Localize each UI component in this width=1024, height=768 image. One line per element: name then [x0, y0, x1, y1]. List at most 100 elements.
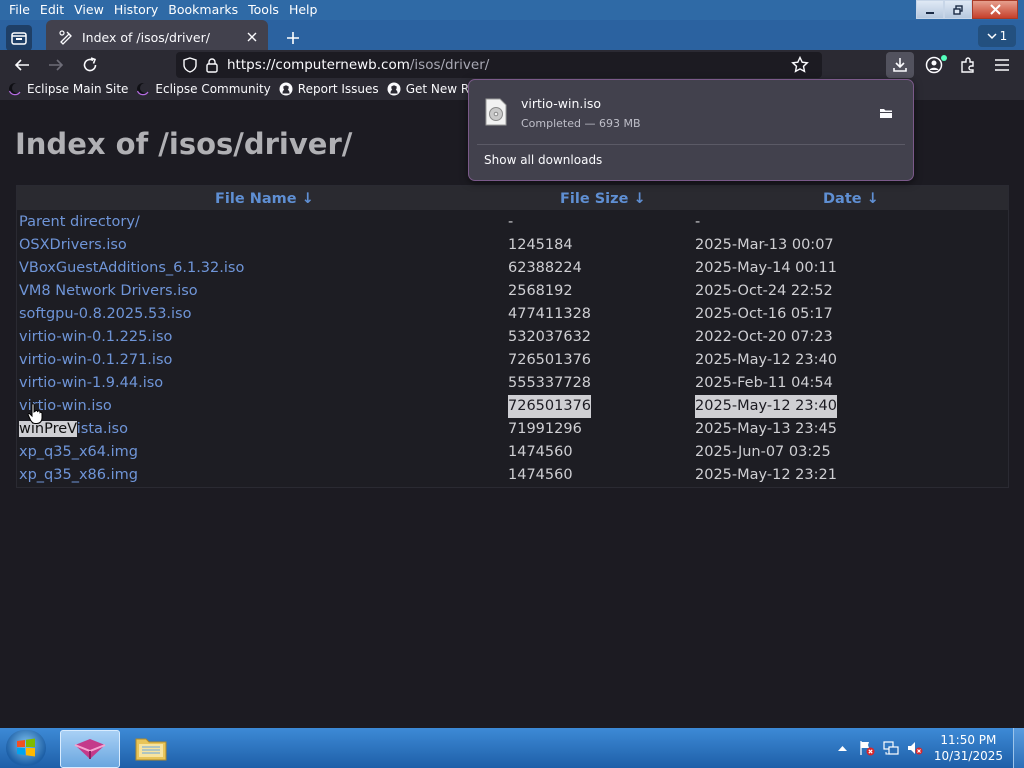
plus-icon: [287, 32, 299, 44]
file-link[interactable]: virtio-win-1.9.44.iso: [19, 372, 163, 395]
bookmark-star-icon[interactable]: [791, 56, 809, 74]
lock-icon[interactable]: [205, 57, 219, 73]
table-row: virtio-win-0.1.225.iso 532037632 2022-Oc…: [17, 326, 1008, 349]
file-size: 477411328: [508, 306, 592, 322]
menu-help[interactable]: Help: [284, 0, 323, 20]
menu-edit[interactable]: Edit: [35, 0, 69, 20]
downloads-panel: virtio-win.iso Completed — 693 MB Show a…: [468, 79, 914, 181]
start-button[interactable]: [6, 730, 46, 766]
chevron-down-icon: [987, 32, 997, 39]
window-controls: [916, 0, 1018, 19]
tab-close-button[interactable]: [242, 27, 262, 47]
close-icon: [989, 4, 1001, 15]
address-bar[interactable]: https://computernewb.com/isos/driver/: [176, 52, 822, 78]
menu-tools[interactable]: Tools: [243, 0, 284, 20]
maximize-button[interactable]: [944, 0, 972, 19]
file-size: 555337728: [508, 375, 592, 391]
eclipse-icon: [8, 83, 22, 96]
table-row: VM8 Network Drivers.iso 2568192 2025-Oct…: [17, 280, 1008, 303]
sort-by-size-header[interactable]: File Size ↓: [560, 186, 646, 212]
downloads-button[interactable]: [886, 52, 914, 78]
file-date: 2025-Mar-13 00:07: [695, 237, 834, 253]
file-link[interactable]: softgpu-0.8.2025.53.iso: [19, 303, 192, 326]
menu-bar: File Edit View History Bookmarks Tools H…: [0, 0, 322, 20]
list-all-tabs-button[interactable]: 1: [978, 25, 1016, 47]
menu-bookmarks[interactable]: Bookmarks: [163, 0, 243, 20]
clock-date: 10/31/2025: [933, 749, 1003, 763]
system-tray: 11:50 PM 10/31/2025: [834, 728, 1024, 768]
forward-button[interactable]: [42, 52, 70, 78]
app-menu-button[interactable]: [988, 52, 1016, 78]
file-date: 2025-May-12 23:40: [695, 352, 837, 368]
tracking-protection-shield-icon[interactable]: [182, 57, 198, 73]
show-all-downloads-button[interactable]: Show all downloads: [484, 153, 602, 167]
file-date: 2025-Feb-11 04:54: [695, 375, 833, 391]
table-row: xp_q35_x64.img 1474560 2025-Jun-07 03:25: [17, 441, 1008, 464]
show-hidden-icons-button[interactable]: [834, 739, 852, 757]
restore-icon: [953, 4, 963, 15]
bookmark-eclipse-main-site[interactable]: Eclipse Main Site: [8, 82, 128, 96]
action-center-flag-button[interactable]: [858, 739, 876, 757]
page-content: Index of /isos/driver/ File Name ↓ File …: [0, 100, 1024, 728]
clock-time: 11:50 PM: [940, 733, 997, 747]
bookmark-report-issues[interactable]: Report Issues: [279, 82, 379, 96]
file-link[interactable]: xp_q35_x86.img: [19, 464, 138, 487]
minimize-button[interactable]: [916, 0, 944, 19]
file-size: 71991296: [508, 421, 582, 437]
url-text[interactable]: https://computernewb.com/isos/driver/: [227, 52, 489, 78]
bookmark-label: Eclipse Main Site: [27, 82, 129, 96]
file-date: 2025-May-12 23:21: [695, 467, 837, 483]
table-row: softgpu-0.8.2025.53.iso 477411328 2025-O…: [17, 303, 1008, 326]
download-status: Completed — 693 MB: [521, 117, 641, 130]
close-window-button[interactable]: [972, 0, 1018, 19]
firefox-view-button[interactable]: [6, 25, 32, 51]
account-button[interactable]: [920, 52, 948, 78]
file-size: 532037632: [508, 329, 592, 345]
file-date: 2025-May-14 00:11: [695, 260, 837, 276]
file-link[interactable]: VBoxGuestAdditions_6.1.32.iso: [19, 257, 244, 280]
folder-icon: [880, 109, 892, 118]
file-link[interactable]: xp_q35_x64.img: [19, 441, 138, 464]
page-favicon-icon: [59, 30, 72, 45]
file-size: 62388224: [508, 260, 582, 276]
menu-view[interactable]: View: [69, 0, 109, 20]
puzzle-piece-icon: [961, 57, 974, 73]
page-title: Index of /isos/driver/: [15, 127, 353, 161]
reload-icon: [83, 57, 97, 72]
volume-muted-icon: [907, 742, 923, 755]
menu-file[interactable]: File: [4, 0, 35, 20]
tab-index-isos-driver[interactable]: Index of /isos/driver/: [46, 20, 268, 54]
file-link[interactable]: virtio-win-0.1.225.iso: [19, 326, 172, 349]
back-arrow-icon: [14, 59, 29, 71]
sort-by-name-header[interactable]: File Name ↓: [215, 186, 314, 212]
taskbar-explorer-button[interactable]: [122, 730, 180, 766]
sort-by-date-header[interactable]: Date ↓: [823, 186, 879, 212]
notification-dot: [941, 55, 947, 61]
menu-history[interactable]: History: [109, 0, 163, 20]
table-row: virtio-win-1.9.44.iso 555337728 2025-Feb…: [17, 372, 1008, 395]
file-link[interactable]: OSXDrivers.iso: [19, 234, 127, 257]
show-desktop-button[interactable]: [1013, 728, 1024, 768]
table-row: virtio-win.iso 726501376 2025-May-12 23:…: [17, 395, 1008, 418]
show-in-folder-button[interactable]: [875, 103, 897, 123]
file-link[interactable]: VM8 Network Drivers.iso: [19, 280, 198, 303]
reload-button[interactable]: [76, 52, 104, 78]
disc-image-file-icon: [485, 98, 507, 126]
system-clock[interactable]: 11:50 PM 10/31/2025: [934, 732, 1003, 764]
file-size: 2568192: [508, 283, 573, 299]
file-link[interactable]: Parent directory/: [19, 211, 140, 234]
forward-arrow-icon: [49, 59, 64, 71]
extensions-button[interactable]: [954, 52, 982, 78]
new-tab-button[interactable]: [280, 25, 306, 51]
file-size: 726501376: [508, 352, 592, 368]
network-button[interactable]: [882, 739, 900, 757]
bookmark-label: Eclipse Community: [155, 82, 271, 96]
file-link[interactable]: virtio-win-0.1.271.iso: [19, 349, 172, 372]
bookmark-eclipse-community[interactable]: Eclipse Community: [136, 82, 271, 96]
back-button[interactable]: [8, 52, 36, 78]
volume-button[interactable]: [906, 739, 924, 757]
taskbar-browser-button[interactable]: [60, 730, 120, 768]
window-titlebar: File Edit View History Bookmarks Tools H…: [0, 0, 1024, 20]
file-size: -: [508, 214, 514, 230]
download-item[interactable]: virtio-win.iso Completed — 693 MB: [473, 84, 907, 142]
